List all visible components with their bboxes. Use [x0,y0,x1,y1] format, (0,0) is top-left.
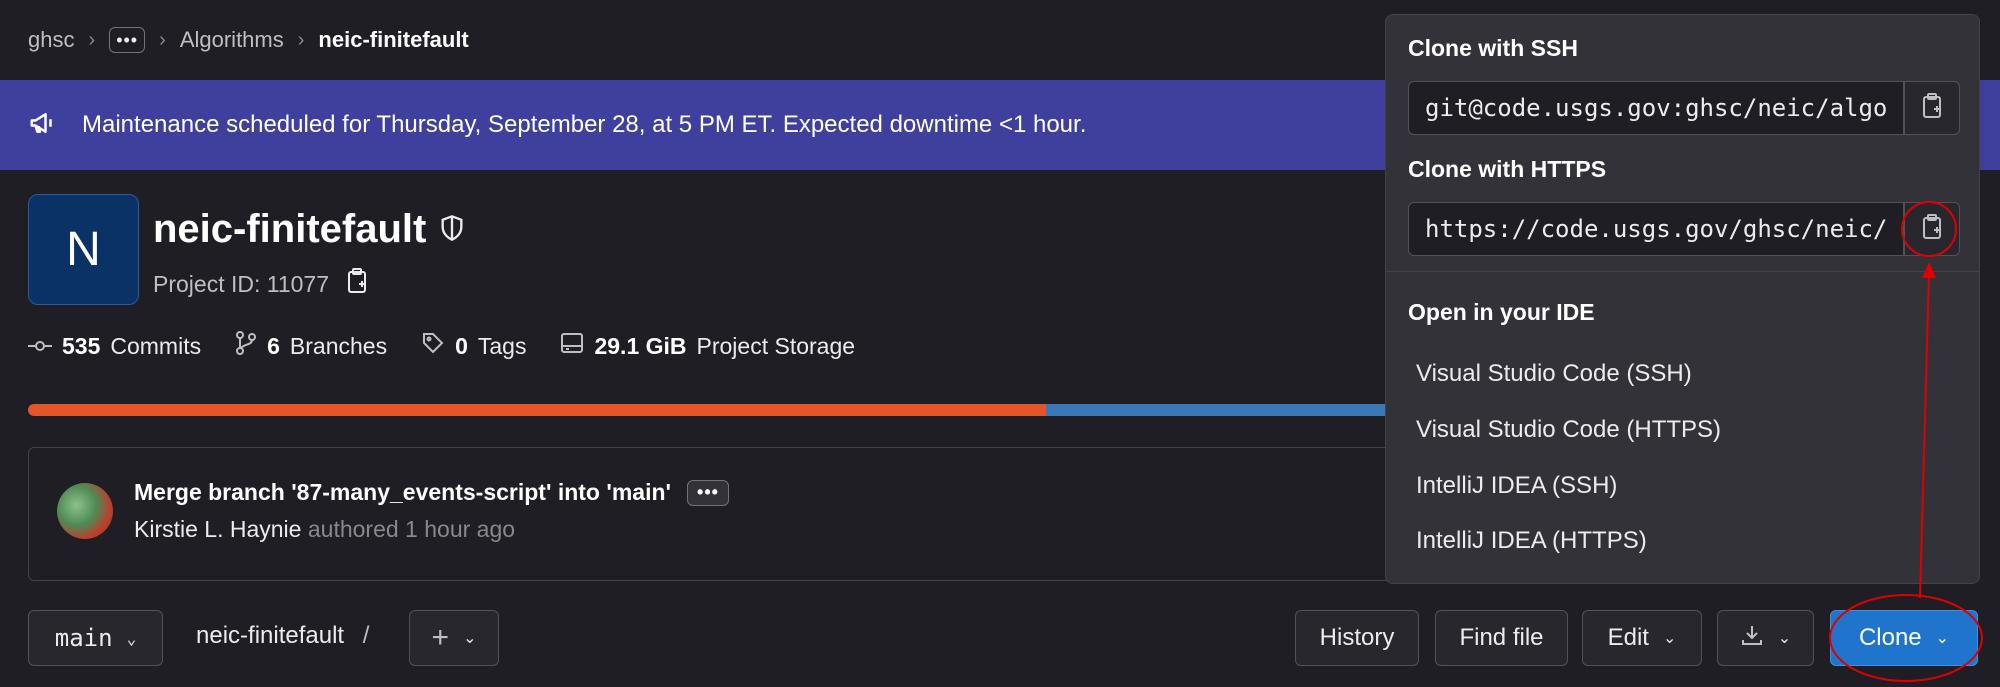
commit-meta: Kirstie L. Haynie authored 1 hour ago [134,516,515,543]
copy-project-id-icon[interactable] [345,268,369,300]
storage-icon [560,332,584,360]
commit-time: authored 1 hour ago [307,516,516,542]
tags-count: 0 [455,332,468,359]
copy-https-url-button[interactable] [1904,202,1960,256]
branch-icon [235,331,257,361]
find-file-button[interactable]: Find file [1435,610,1568,666]
branch-selector[interactable]: main ⌄ [28,610,163,666]
commit-title-link[interactable]: Merge branch '87-many_events-script' int… [134,479,671,506]
clone-button[interactable]: Clone ⌄ [1830,610,1978,666]
path-separator: / [362,622,370,649]
edit-button[interactable]: Edit ⌄ [1582,610,1702,666]
chevron-right-icon: › [159,28,166,51]
breadcrumb-ghsc[interactable]: ghsc [28,27,74,53]
commits-stat[interactable]: 535 Commits [28,333,201,360]
commits-label: Commits [110,332,202,359]
shield-icon [438,207,466,252]
tag-icon [421,331,445,361]
clipboard-icon [1920,92,1944,124]
language-bar[interactable] [28,404,1428,416]
chevron-down-icon: ⌄ [463,630,477,647]
storage-label: Project Storage [696,332,856,359]
commits-count: 535 [62,332,101,359]
tags-stat[interactable]: 0 Tags [421,331,526,361]
history-button[interactable]: History [1295,610,1419,666]
project-name: neic-finitefault [153,207,427,251]
dropdown-divider [1386,271,1979,272]
breadcrumb-current[interactable]: neic-finitefault [318,27,468,53]
chevron-down-icon: ⌄ [1777,630,1792,647]
ide-vscode-https[interactable]: Visual Studio Code (HTTPS) [1416,416,1721,444]
download-button[interactable]: ⌄ [1717,610,1814,666]
commit-author-link[interactable]: Kirstie L. Haynie [134,516,301,542]
project-id: Project ID: 11077 [153,268,369,300]
breadcrumb-more-button[interactable]: ••• [109,27,146,53]
plus-icon: + [431,621,450,654]
clone-label: Clone [1858,624,1922,651]
storage-count: 29.1 GiB [594,332,687,359]
add-to-tree-button[interactable]: + ⌄ [409,610,499,666]
author-avatar[interactable] [57,483,113,539]
branches-label: Branches [289,332,388,359]
ide-vscode-ssh[interactable]: Visual Studio Code (SSH) [1416,360,1692,388]
language-segment-primary[interactable] [28,404,1046,416]
clone-dropdown: Clone with SSH git@code.usgs.gov:ghsc/ne… [1385,14,1980,584]
breadcrumb: ghsc › ••• › Algorithms › neic-finitefau… [28,0,469,80]
download-icon [1740,623,1764,654]
megaphone-icon [28,108,58,143]
repo-path: neic-finitefault / [196,622,369,650]
repo-path-root[interactable]: neic-finitefault [196,622,344,649]
chevron-right-icon: › [88,28,96,51]
clipboard-icon [1920,213,1944,245]
branches-count: 6 [267,332,280,359]
language-segment-secondary[interactable] [1045,404,1428,416]
commit-title: Merge branch '87-many_events-script' int… [134,479,729,506]
ide-intellij-ssh[interactable]: IntelliJ IDEA (SSH) [1416,472,1617,500]
banner-text: Maintenance scheduled for Thursday, Sept… [82,111,1087,138]
clone-https-title: Clone with HTTPS [1408,156,1607,182]
chevron-down-icon: ⌄ [126,628,137,648]
storage-stat[interactable]: 29.1 GiB Project Storage [560,332,855,360]
chevron-down-icon: ⌄ [1935,630,1950,647]
commit-icon [28,333,52,360]
copy-ssh-url-button[interactable] [1904,81,1960,135]
chevron-down-icon: ⌄ [1662,630,1677,647]
clone-ssh-title: Clone with SSH [1408,35,1578,61]
ide-intellij-https[interactable]: IntelliJ IDEA (HTTPS) [1416,527,1647,555]
breadcrumb-algorithms[interactable]: Algorithms [180,27,284,53]
edit-label: Edit [1607,624,1649,651]
project-id-label: Project ID: 11077 [153,270,330,297]
ssh-url-input[interactable]: git@code.usgs.gov:ghsc/neic/algo [1408,81,1904,135]
commit-more-button[interactable]: ••• [686,479,729,506]
tags-label: Tags [477,332,527,359]
last-commit-panel: Merge branch '87-many_events-script' int… [28,447,1448,581]
project-avatar[interactable]: N [28,194,139,305]
branch-name: main [54,624,113,652]
project-stats: 535 Commits 6 Branches 0 Tags 29.1 GiB P… [28,330,855,362]
chevron-right-icon: › [297,28,305,51]
https-url-input[interactable]: https://code.usgs.gov/ghsc/neic/ [1408,202,1904,256]
branches-stat[interactable]: 6 Branches [235,331,387,361]
project-title: neic-finitefault [153,207,466,252]
open-in-ide-title: Open in your IDE [1408,299,1595,325]
